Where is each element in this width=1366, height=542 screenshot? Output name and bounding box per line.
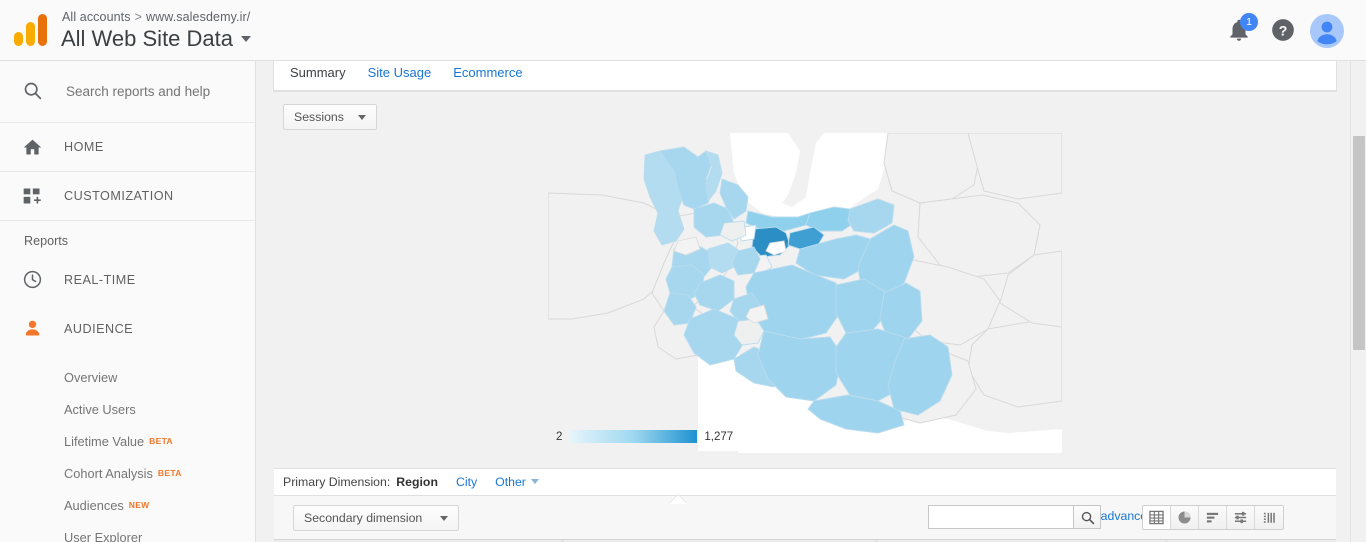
sidebar-item-audiences[interactable]: Audiences NEW	[0, 489, 255, 521]
search-input[interactable]	[64, 83, 244, 100]
pivot-view-icon[interactable]	[1255, 506, 1283, 529]
tab-site-usage[interactable]: Site Usage	[368, 61, 432, 80]
view-title-label: All Web Site Data	[61, 26, 233, 51]
notifications-button[interactable]: 1	[1226, 17, 1254, 45]
sidebar-item-label: REAL-TIME	[64, 273, 136, 287]
pie-chart-view-icon[interactable]	[1171, 506, 1199, 529]
metric-selector-label: Sessions	[294, 110, 344, 124]
svg-text:?: ?	[1279, 22, 1288, 38]
secondary-dimension-label: Secondary dimension	[304, 511, 422, 525]
legend-max-label: 1,277	[704, 431, 733, 443]
table-search-box[interactable]	[928, 505, 1101, 529]
view-selector[interactable]: All Web Site Data	[61, 26, 251, 52]
sidebar: HOME CUSTOMIZATION Reports REAL-TIME	[0, 61, 256, 542]
sidebar-item-label: Cohort Analysis	[64, 466, 153, 481]
chevron-down-icon	[440, 516, 448, 521]
status-badge: NEW	[129, 500, 150, 510]
main-content: Summary Site Usage Ecommerce Sessions	[257, 61, 1366, 542]
geo-map-chart[interactable]: 2 1,277	[548, 133, 1062, 453]
sidebar-item-real-time[interactable]: REAL-TIME	[0, 255, 255, 304]
sidebar-item-label: Active Users	[64, 402, 136, 417]
dimension-pointer-arrow	[669, 495, 687, 504]
sidebar-item-label: Overview	[64, 370, 117, 385]
sidebar-item-active-users[interactable]: Active Users	[0, 393, 255, 425]
person-icon	[0, 318, 64, 339]
sidebar-item-label: Lifetime Value	[64, 434, 144, 449]
iran-choropleth-map	[548, 133, 1062, 453]
search-button[interactable]	[1073, 505, 1101, 529]
notification-count-badge: 1	[1240, 13, 1258, 31]
search-icon	[0, 77, 64, 106]
primary-dimension-label: Primary Dimension:	[283, 475, 390, 489]
sidebar-item-cohort-analysis[interactable]: Cohort Analysis BETA	[0, 457, 255, 489]
help-icon: ?	[1270, 17, 1296, 43]
sidebar-item-label: AUDIENCE	[64, 322, 133, 336]
avatar[interactable]	[1310, 14, 1344, 48]
primary-dimension-current[interactable]: Region	[396, 475, 438, 489]
metric-selector[interactable]: Sessions	[283, 104, 377, 130]
sidebar-item-label: CUSTOMIZATION	[64, 189, 174, 203]
sidebar-item-label: User Explorer	[64, 530, 142, 542]
chevron-down-icon	[531, 479, 539, 484]
status-badge: BETA	[158, 468, 182, 478]
scrollbar-thumb[interactable]	[1353, 136, 1365, 350]
sidebar-item-lifetime-value[interactable]: Lifetime Value BETA	[0, 425, 255, 457]
sidebar-search-row[interactable]	[0, 61, 255, 123]
map-legend: 2 1,277	[556, 430, 733, 443]
sidebar-item-audience[interactable]: AUDIENCE	[0, 304, 255, 353]
sidebar-item-overview[interactable]: Overview	[0, 361, 255, 393]
sidebar-item-label: HOME	[64, 140, 104, 154]
google-analytics-logo-icon[interactable]	[14, 14, 48, 46]
chevron-down-icon	[358, 115, 366, 120]
report-panel: Summary Site Usage Ecommerce Sessions	[273, 61, 1337, 92]
clock-icon	[0, 269, 64, 290]
legend-gradient-bar	[569, 430, 697, 443]
help-button[interactable]: ?	[1270, 17, 1296, 43]
primary-dimension-other-label: Other	[495, 475, 526, 489]
status-badge: BETA	[149, 436, 173, 446]
search-icon	[1080, 510, 1095, 525]
search-input[interactable]	[928, 505, 1073, 529]
sidebar-item-customization[interactable]: CUSTOMIZATION	[0, 172, 255, 221]
chevron-down-icon	[241, 36, 251, 42]
user-avatar-icon	[1310, 14, 1344, 48]
breadcrumb[interactable]: All accounts > www.salesdemy.ir/	[62, 10, 250, 24]
customization-icon	[0, 186, 64, 206]
table-view-icon[interactable]	[1143, 506, 1171, 529]
top-header-bar: All accounts > www.salesdemy.ir/ All Web S…	[0, 0, 1366, 61]
home-icon	[0, 137, 64, 158]
primary-dimension-other[interactable]: Other	[495, 475, 539, 489]
primary-dimension-row: Primary Dimension: Region City Other	[274, 468, 1336, 495]
secondary-dimension-button[interactable]: Secondary dimension	[293, 505, 459, 531]
breadcrumb-account[interactable]: All accounts	[62, 10, 131, 24]
legend-min-label: 2	[556, 431, 562, 443]
tab-summary[interactable]: Summary	[290, 61, 346, 80]
sidebar-item-home[interactable]: HOME	[0, 123, 255, 172]
report-tabs: Summary Site Usage Ecommerce	[274, 61, 1336, 91]
bar-chart-view-icon[interactable]	[1199, 506, 1227, 529]
sidebar-item-user-explorer[interactable]: User Explorer	[0, 521, 255, 542]
tab-ecommerce[interactable]: Ecommerce	[453, 61, 522, 80]
primary-dimension-city[interactable]: City	[456, 475, 477, 489]
vertical-scrollbar[interactable]	[1350, 61, 1366, 542]
breadcrumb-separator: >	[135, 10, 142, 24]
sidebar-section-label: Reports	[0, 221, 255, 255]
view-type-buttons	[1142, 505, 1284, 530]
sidebar-item-label: Audiences	[64, 498, 124, 513]
breadcrumb-property[interactable]: www.salesdemy.ir/	[146, 10, 250, 24]
table-toolbar: Secondary dimension advanced	[274, 495, 1336, 539]
comparison-view-icon[interactable]	[1227, 506, 1255, 529]
